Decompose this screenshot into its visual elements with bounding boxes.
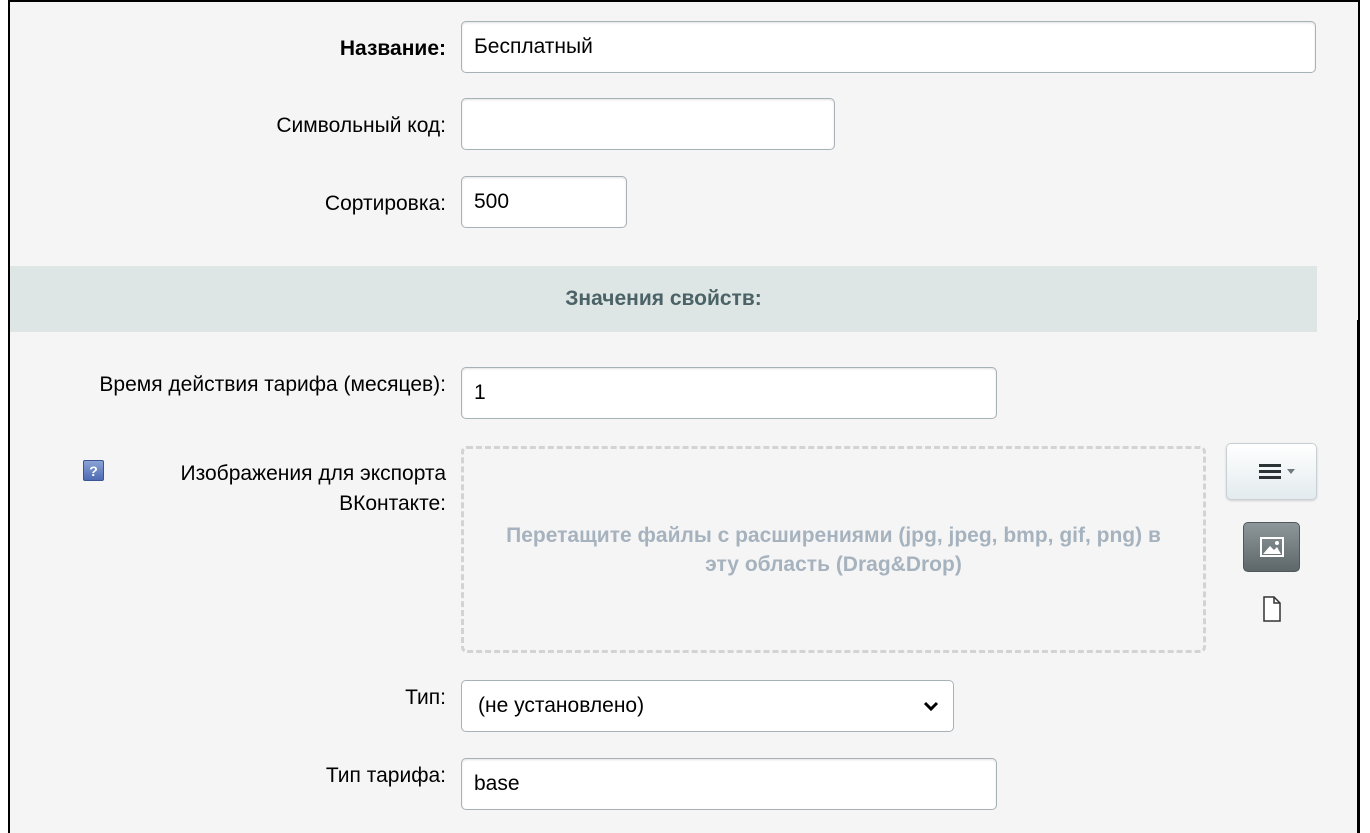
help-icon[interactable]: ? [83, 460, 104, 481]
code-label: Символьный код: [276, 114, 446, 137]
file-icon[interactable] [1262, 596, 1282, 622]
image-icon [1260, 537, 1284, 557]
chevron-down-icon [923, 701, 939, 712]
images-label-line2: ВКонтакте: [339, 492, 446, 515]
sort-input[interactable] [461, 176, 627, 228]
duration-label: Время действия тарифа (месяцев): [99, 373, 446, 396]
menu-button[interactable] [1226, 443, 1317, 500]
scrollbar[interactable] [1357, 320, 1360, 833]
image-upload-button[interactable] [1243, 522, 1300, 572]
section-title: Значения свойств: [565, 287, 762, 310]
name-input[interactable] [461, 21, 1316, 73]
dropzone-text: Перетащите файлы с расширениями (jpg, jp… [506, 523, 1161, 576]
type-selected-value: (не установлено) [478, 694, 645, 717]
duration-input[interactable] [461, 367, 997, 419]
section-header: Значения свойств: [10, 266, 1317, 332]
type-label: Тип: [405, 686, 446, 709]
sort-label: Сортировка: [324, 192, 446, 215]
file-dropzone[interactable]: Перетащите файлы с расширениями (jpg, jp… [461, 446, 1206, 653]
tariff-type-input[interactable] [461, 758, 997, 810]
images-label-line1: Изображения для экспорта [180, 462, 447, 485]
code-input[interactable] [461, 98, 835, 150]
tariff-type-label: Тип тарифа: [325, 764, 446, 787]
name-label: Название: [339, 37, 446, 60]
type-select[interactable]: (не установлено) [461, 680, 954, 732]
menu-lines-icon [1259, 464, 1295, 479]
